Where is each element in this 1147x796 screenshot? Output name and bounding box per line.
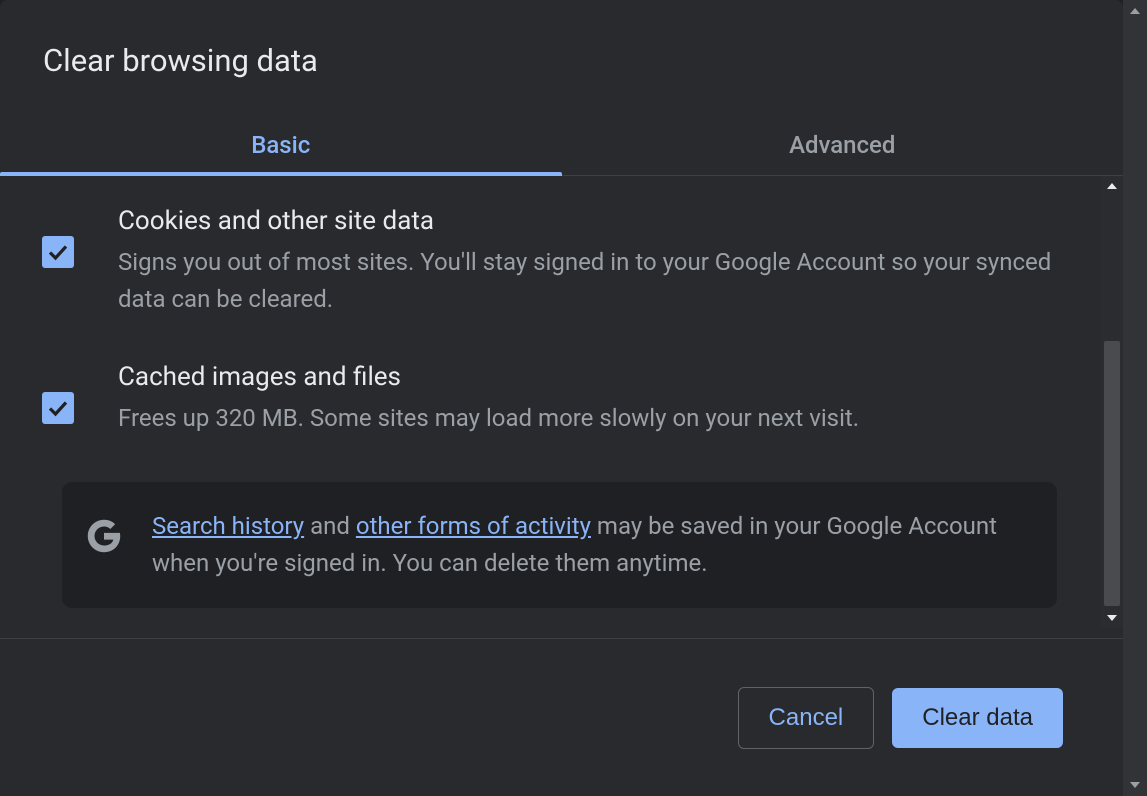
check-icon [46, 396, 70, 420]
option-cache-text: Cached images and files Frees up 320 MB.… [118, 362, 1085, 437]
inner-scrollbar[interactable] [1101, 176, 1123, 628]
option-cookies-title: Cookies and other site data [118, 206, 1085, 236]
info-mid1: and [304, 512, 356, 540]
option-cookies-desc: Signs you out of most sites. You'll stay… [118, 244, 1085, 318]
tab-advanced[interactable]: Advanced [562, 117, 1124, 175]
link-other-activity[interactable]: other forms of activity [356, 512, 591, 540]
google-icon [84, 516, 124, 556]
content-area: Cookies and other site data Signs you ou… [0, 176, 1123, 628]
inner-scroll-up-icon[interactable] [1101, 176, 1123, 196]
tabs: Basic Advanced [0, 117, 1123, 176]
info-text: Search history and other forms of activi… [152, 508, 1029, 582]
tab-basic[interactable]: Basic [0, 117, 562, 175]
clear-browsing-data-dialog: Clear browsing data Basic Advanced Cooki… [0, 0, 1123, 796]
option-cookies-text: Cookies and other site data Signs you ou… [118, 206, 1085, 318]
inner-scroll-thumb[interactable] [1104, 341, 1120, 606]
content-scroll: Cookies and other site data Signs you ou… [0, 176, 1123, 608]
link-search-history[interactable]: Search history [152, 512, 304, 540]
info-panel: Search history and other forms of activi… [62, 482, 1057, 608]
check-icon [46, 240, 70, 264]
outer-scroll-up-icon[interactable] [1123, 0, 1147, 22]
checkbox-cache[interactable] [42, 392, 74, 424]
option-cache-title: Cached images and files [118, 362, 1085, 392]
option-cache-desc: Frees up 320 MB. Some sites may load mor… [118, 400, 1085, 437]
checkbox-cookies[interactable] [42, 236, 74, 268]
dialog-footer: Cancel Clear data [0, 638, 1123, 796]
cancel-button[interactable]: Cancel [738, 687, 875, 749]
option-cookies: Cookies and other site data Signs you ou… [42, 206, 1085, 318]
outer-scrollbar[interactable] [1123, 0, 1147, 796]
inner-scroll-down-icon[interactable] [1101, 608, 1123, 628]
outer-scroll-down-icon[interactable] [1123, 774, 1147, 796]
clear-data-button[interactable]: Clear data [892, 688, 1063, 748]
dialog-title: Clear browsing data [0, 0, 1123, 79]
option-cache: Cached images and files Frees up 320 MB.… [42, 362, 1085, 437]
